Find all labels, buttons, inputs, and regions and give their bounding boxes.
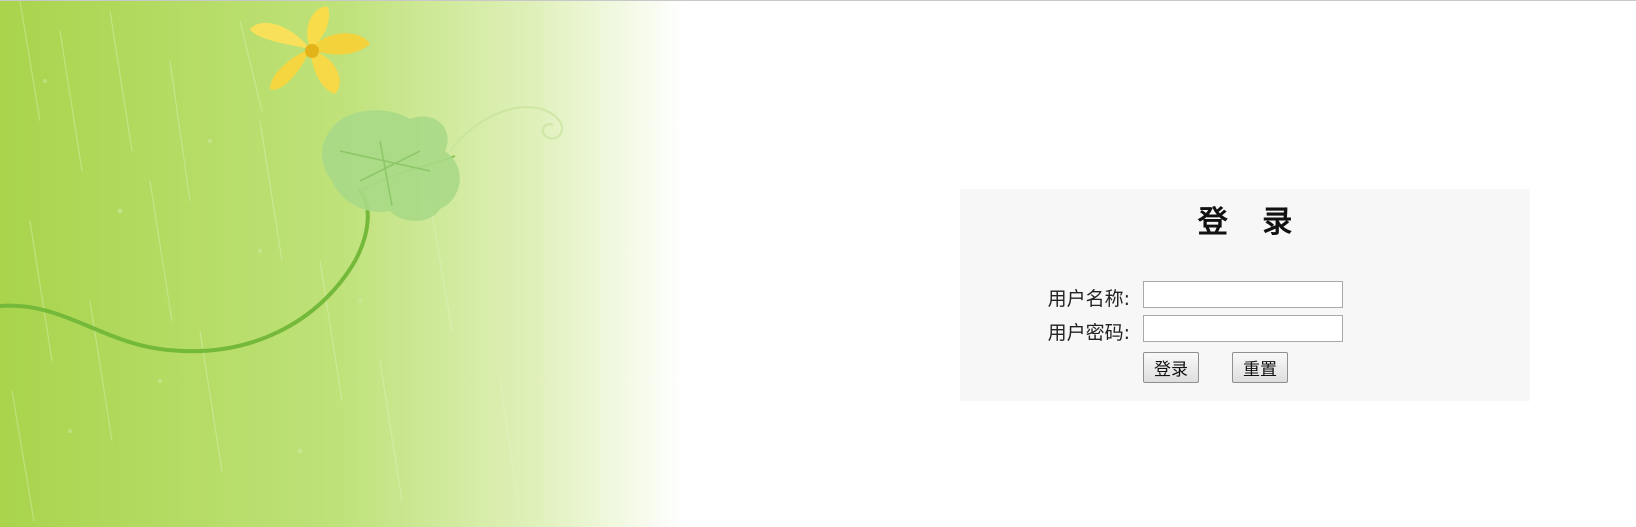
username-input[interactable] [1143, 281, 1343, 308]
background-illustration [0, 1, 760, 527]
button-row: 登录 重置 [960, 352, 1530, 383]
password-input[interactable] [1143, 315, 1343, 342]
password-label: 用户密码: [1047, 322, 1130, 344]
password-row: 用户密码: [960, 315, 1530, 344]
login-panel: 登 录 用户名称: 用户密码: 登录 重置 [960, 189, 1530, 401]
login-page: 登 录 用户名称: 用户密码: 登录 重置 [0, 0, 1636, 527]
username-label: 用户名称: [1047, 288, 1130, 310]
login-title: 登 录 [1197, 205, 1305, 240]
username-row: 用户名称: [960, 281, 1530, 310]
reset-button[interactable]: 重置 [1232, 352, 1288, 383]
login-button[interactable]: 登录 [1143, 352, 1199, 383]
